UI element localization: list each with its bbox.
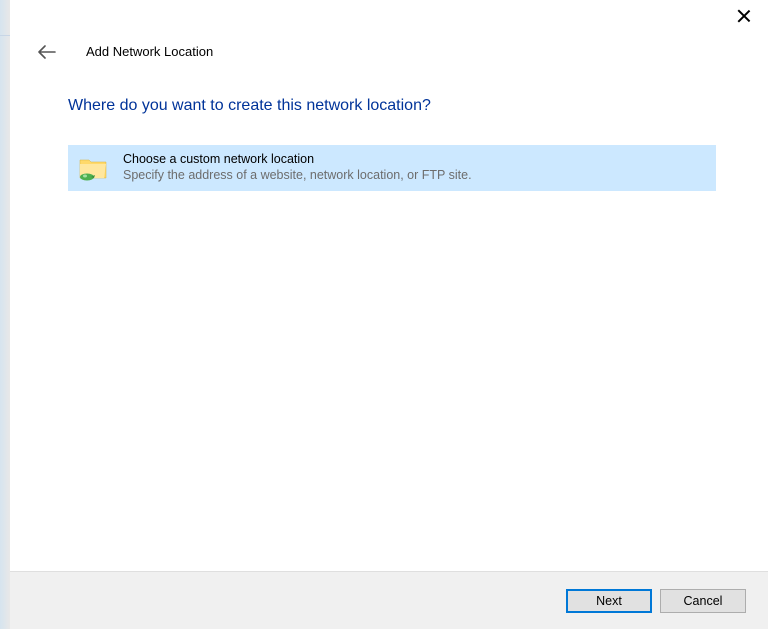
option-custom-location[interactable]: Choose a custom network location Specify… bbox=[68, 145, 716, 191]
wizard-header: Add Network Location bbox=[10, 32, 768, 59]
cancel-button[interactable]: Cancel bbox=[660, 589, 746, 613]
option-text: Choose a custom network location Specify… bbox=[123, 152, 472, 183]
wizard-title: Add Network Location bbox=[86, 44, 213, 59]
network-folder-icon bbox=[77, 152, 109, 184]
close-icon[interactable] bbox=[736, 8, 752, 24]
back-arrow-icon[interactable] bbox=[38, 45, 56, 59]
next-button[interactable]: Next bbox=[566, 589, 652, 613]
wizard-content: Where do you want to create this network… bbox=[10, 59, 768, 571]
wizard-footer: Next Cancel bbox=[10, 571, 768, 629]
page-heading: Where do you want to create this network… bbox=[68, 97, 716, 115]
option-title: Choose a custom network location bbox=[123, 152, 472, 168]
option-subtitle: Specify the address of a website, networ… bbox=[123, 168, 472, 184]
background-edge bbox=[0, 0, 10, 629]
title-bar bbox=[10, 0, 768, 32]
wizard-window: Add Network Location Where do you want t… bbox=[10, 0, 768, 629]
